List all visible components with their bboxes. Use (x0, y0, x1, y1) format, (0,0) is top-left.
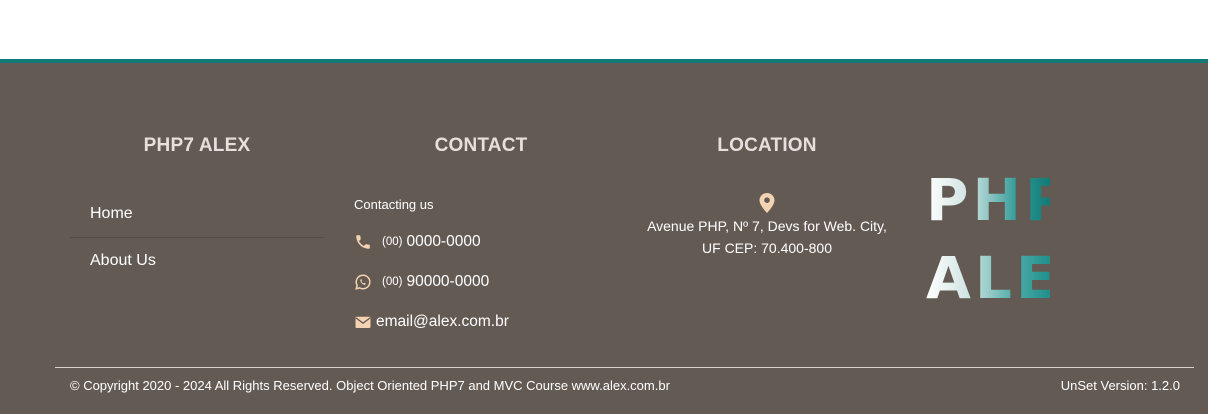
nav-link-home[interactable]: Home (70, 193, 324, 235)
logo-line-1: PHP (926, 161, 1050, 239)
nav-divider (70, 237, 324, 238)
map-pin-icon (759, 193, 775, 213)
contact-email[interactable]: email@alex.com.br (354, 313, 509, 331)
whatsapp-area-code: (00) (382, 276, 403, 288)
brand-logo: PHP ALEX (926, 161, 1050, 317)
site-footer: PHP7 ALEX CONTACT LOCATION Home About Us… (0, 63, 1208, 414)
footer-nav: Home About Us (70, 193, 324, 282)
contact-phone[interactable]: (00) 0000-0000 (354, 233, 481, 251)
footer-divider (55, 367, 1194, 368)
nav-link-about-us[interactable]: About Us (70, 240, 324, 282)
whatsapp-number: 90000-0000 (406, 273, 490, 290)
envelope-icon (355, 316, 371, 328)
whatsapp-icon (355, 274, 371, 290)
phone-area-code: (00) (382, 236, 403, 248)
logo-line-2: ALEX (926, 239, 1050, 317)
email-address: email@alex.com.br (376, 313, 509, 330)
location-column-title: LOCATION (717, 135, 817, 156)
location-address: Avenue PHP, Nº 7, Devs for Web. City, UF… (640, 215, 894, 259)
contact-intro-text: Contacting us (354, 197, 434, 212)
contact-whatsapp[interactable]: (00) 90000-0000 (354, 273, 489, 291)
phone-number: 0000-0000 (406, 233, 481, 250)
phone-icon (356, 235, 370, 249)
address-line-1: Avenue PHP, Nº 7, Devs for Web. City, (647, 218, 887, 234)
contact-column-title: CONTACT (434, 135, 528, 156)
copyright-text: © Copyright 2020 - 2024 All Rights Reser… (70, 378, 670, 393)
version-text: UnSet Version: 1.2.0 (1060, 378, 1180, 393)
brand-column-title: PHP7 ALEX (143, 135, 251, 156)
page-top-area (0, 0, 1208, 59)
address-line-2: UF CEP: 70.400-800 (702, 240, 832, 256)
